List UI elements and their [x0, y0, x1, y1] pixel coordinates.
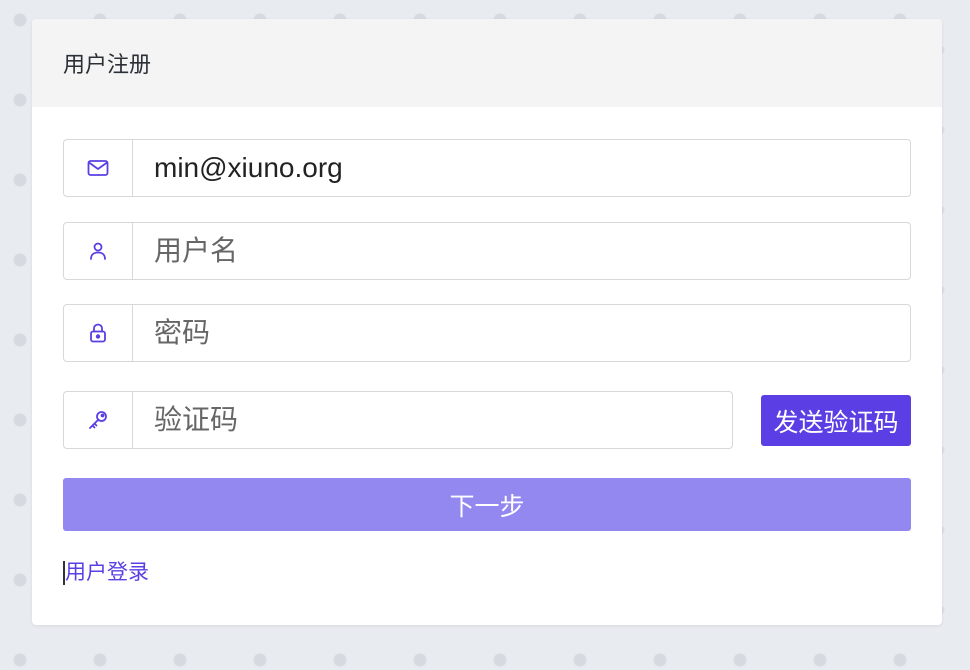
key-icon — [64, 392, 133, 448]
register-card: 用户注册 min@xiuno.org 用户名 验证码 发送验证码 下一步 用户登… — [32, 19, 942, 625]
code-input[interactable] — [133, 392, 732, 448]
envelope-icon — [64, 140, 133, 196]
lock-icon — [64, 305, 133, 361]
email-field-group — [63, 139, 911, 197]
send-code-button[interactable]: 发送验证码 — [761, 395, 911, 446]
password-field-group — [63, 304, 911, 362]
username-input[interactable] — [133, 223, 910, 279]
login-link[interactable]: 用户登录 — [63, 561, 149, 585]
next-step-button[interactable]: 下一步 — [63, 478, 911, 531]
username-field-group — [63, 222, 911, 280]
email-input[interactable] — [133, 140, 910, 196]
code-field-group — [63, 391, 733, 449]
page-title: 用户注册 — [63, 52, 152, 77]
password-input[interactable] — [133, 305, 910, 361]
user-icon — [64, 223, 133, 279]
card-header: 用户注册 — [32, 19, 942, 107]
